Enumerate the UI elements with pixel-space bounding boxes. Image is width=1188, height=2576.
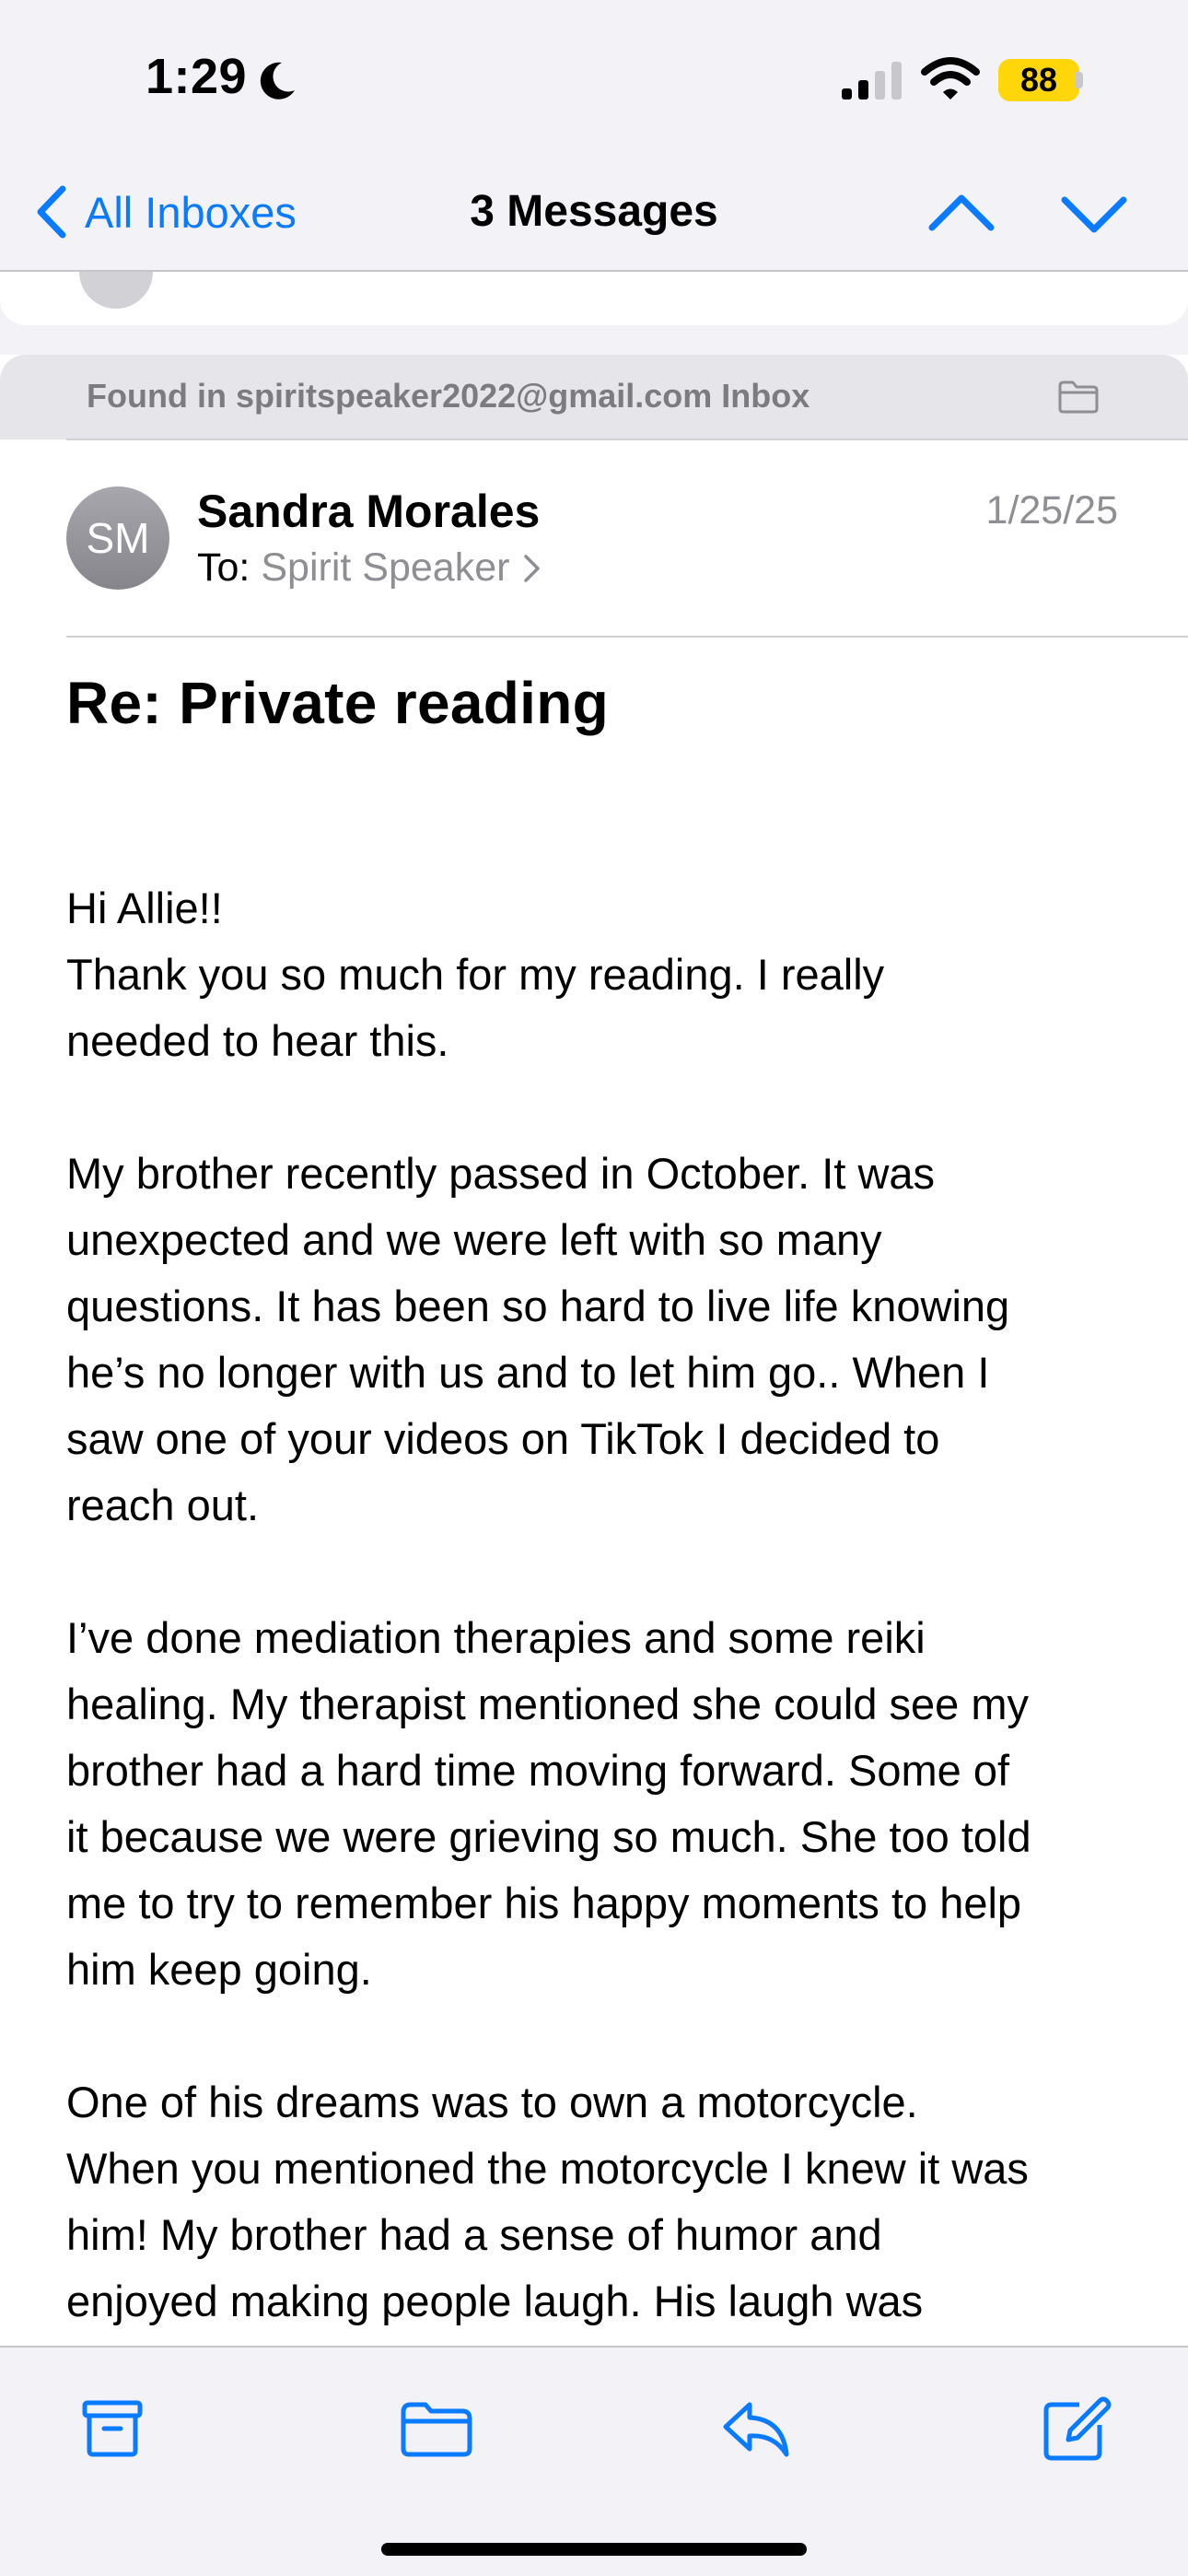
wifi-icon (921, 57, 980, 100)
signal-icon (842, 62, 902, 100)
moon-icon (260, 62, 295, 100)
found-in-text: Found in spiritspeaker2022@gmail.com Inb… (87, 377, 810, 415)
body-line: Thank you so much for my reading. I real… (66, 950, 885, 999)
chevron-down-icon[interactable] (1057, 181, 1131, 246)
archive-icon[interactable] (76, 2392, 149, 2465)
body-line: him keep going. (66, 1945, 372, 1994)
body-line: enjoyed making people laugh. His laugh w… (66, 2277, 924, 2325)
body-line: When you mentioned the motorcycle I knew… (66, 2144, 1029, 2193)
body-line: reach out. (66, 1481, 260, 1529)
toolbar-divider (0, 2346, 1188, 2348)
recipient-name: Spirit Speaker (261, 545, 510, 590)
message-date: 1/25/25 (985, 488, 1118, 533)
move-to-folder-icon[interactable] (398, 2392, 475, 2465)
body-line: One of his dreams was to own a motorcycl… (66, 2078, 918, 2126)
body-line: healing. My therapist mentioned she coul… (66, 1680, 1030, 1728)
found-in-banner: Found in spiritspeaker2022@gmail.com Inb… (0, 355, 1188, 439)
avatar[interactable]: SM (66, 486, 169, 590)
body-line: saw one of your videos on TikTok I decid… (66, 1414, 940, 1463)
banner-divider (66, 439, 1188, 440)
battery-level: 88 (1019, 61, 1058, 99)
bottom-toolbar (0, 2346, 1188, 2576)
body-line: unexpected and we were left with so many (66, 1215, 882, 1264)
header-divider (66, 636, 1188, 638)
body-line: questions. It has been so hard to live l… (66, 1282, 1010, 1330)
body-line: me to try to remember his happy moments … (66, 1879, 1022, 1927)
body-line: My brother recently passed in October. I… (66, 1149, 936, 1198)
recipients-line[interactable]: To: Spirit Speaker (197, 545, 542, 591)
body-line: brother had a hard time moving forward. … (66, 1746, 1010, 1795)
body-line: it because we were grieving so much. She… (66, 1812, 1031, 1861)
message-subject: Re: Private reading (66, 670, 610, 736)
battery-icon: 88 (998, 59, 1079, 101)
status-bar: 1:29 88 (0, 0, 1188, 152)
mail-app-screen: 1:29 88 All Inboxes 3 Messages Found in … (0, 0, 1188, 2576)
body-paragraph: One of his dreams was to own a motorcycl… (66, 2069, 1144, 2335)
body-line: him! My brother had a sense of humor and (66, 2210, 882, 2259)
sender-name[interactable]: Sandra Morales (197, 485, 540, 538)
body-line: Hi Allie!! (66, 884, 223, 932)
body-paragraph: I’ve done mediation therapies and some r… (66, 1605, 1144, 2003)
body-line: I’ve done mediation therapies and some r… (66, 1613, 926, 1662)
navigation-bar: All Inboxes 3 Messages (0, 152, 1188, 272)
home-indicator[interactable] (381, 2543, 807, 2556)
compose-icon[interactable] (1039, 2392, 1112, 2465)
body-paragraph: My brother recently passed in October. I… (66, 1141, 1144, 1539)
battery-cap (1076, 72, 1083, 88)
back-button[interactable]: All Inboxes (33, 180, 297, 244)
reply-icon[interactable] (718, 2392, 792, 2465)
to-label: To: (197, 545, 250, 590)
back-label: All Inboxes (85, 187, 297, 237)
chevron-right-icon (524, 554, 541, 582)
body-paragraph: Hi Allie!! Thank you so much for my read… (66, 875, 1144, 1074)
message-body: Hi Allie!! Thank you so much for my read… (66, 875, 1144, 2401)
chevron-left-icon (37, 185, 66, 239)
previous-message-area (0, 272, 1188, 355)
folder-icon[interactable] (1057, 379, 1100, 416)
chevron-up-icon[interactable] (925, 181, 998, 246)
nav-title: 3 Messages (470, 187, 718, 236)
body-line: needed to hear this. (66, 1016, 449, 1065)
status-time: 1:29 (146, 49, 248, 104)
body-line: he’s no longer with us and to let him go… (66, 1348, 990, 1397)
previous-message-card[interactable] (0, 272, 1188, 325)
previous-message-avatar (79, 272, 153, 309)
